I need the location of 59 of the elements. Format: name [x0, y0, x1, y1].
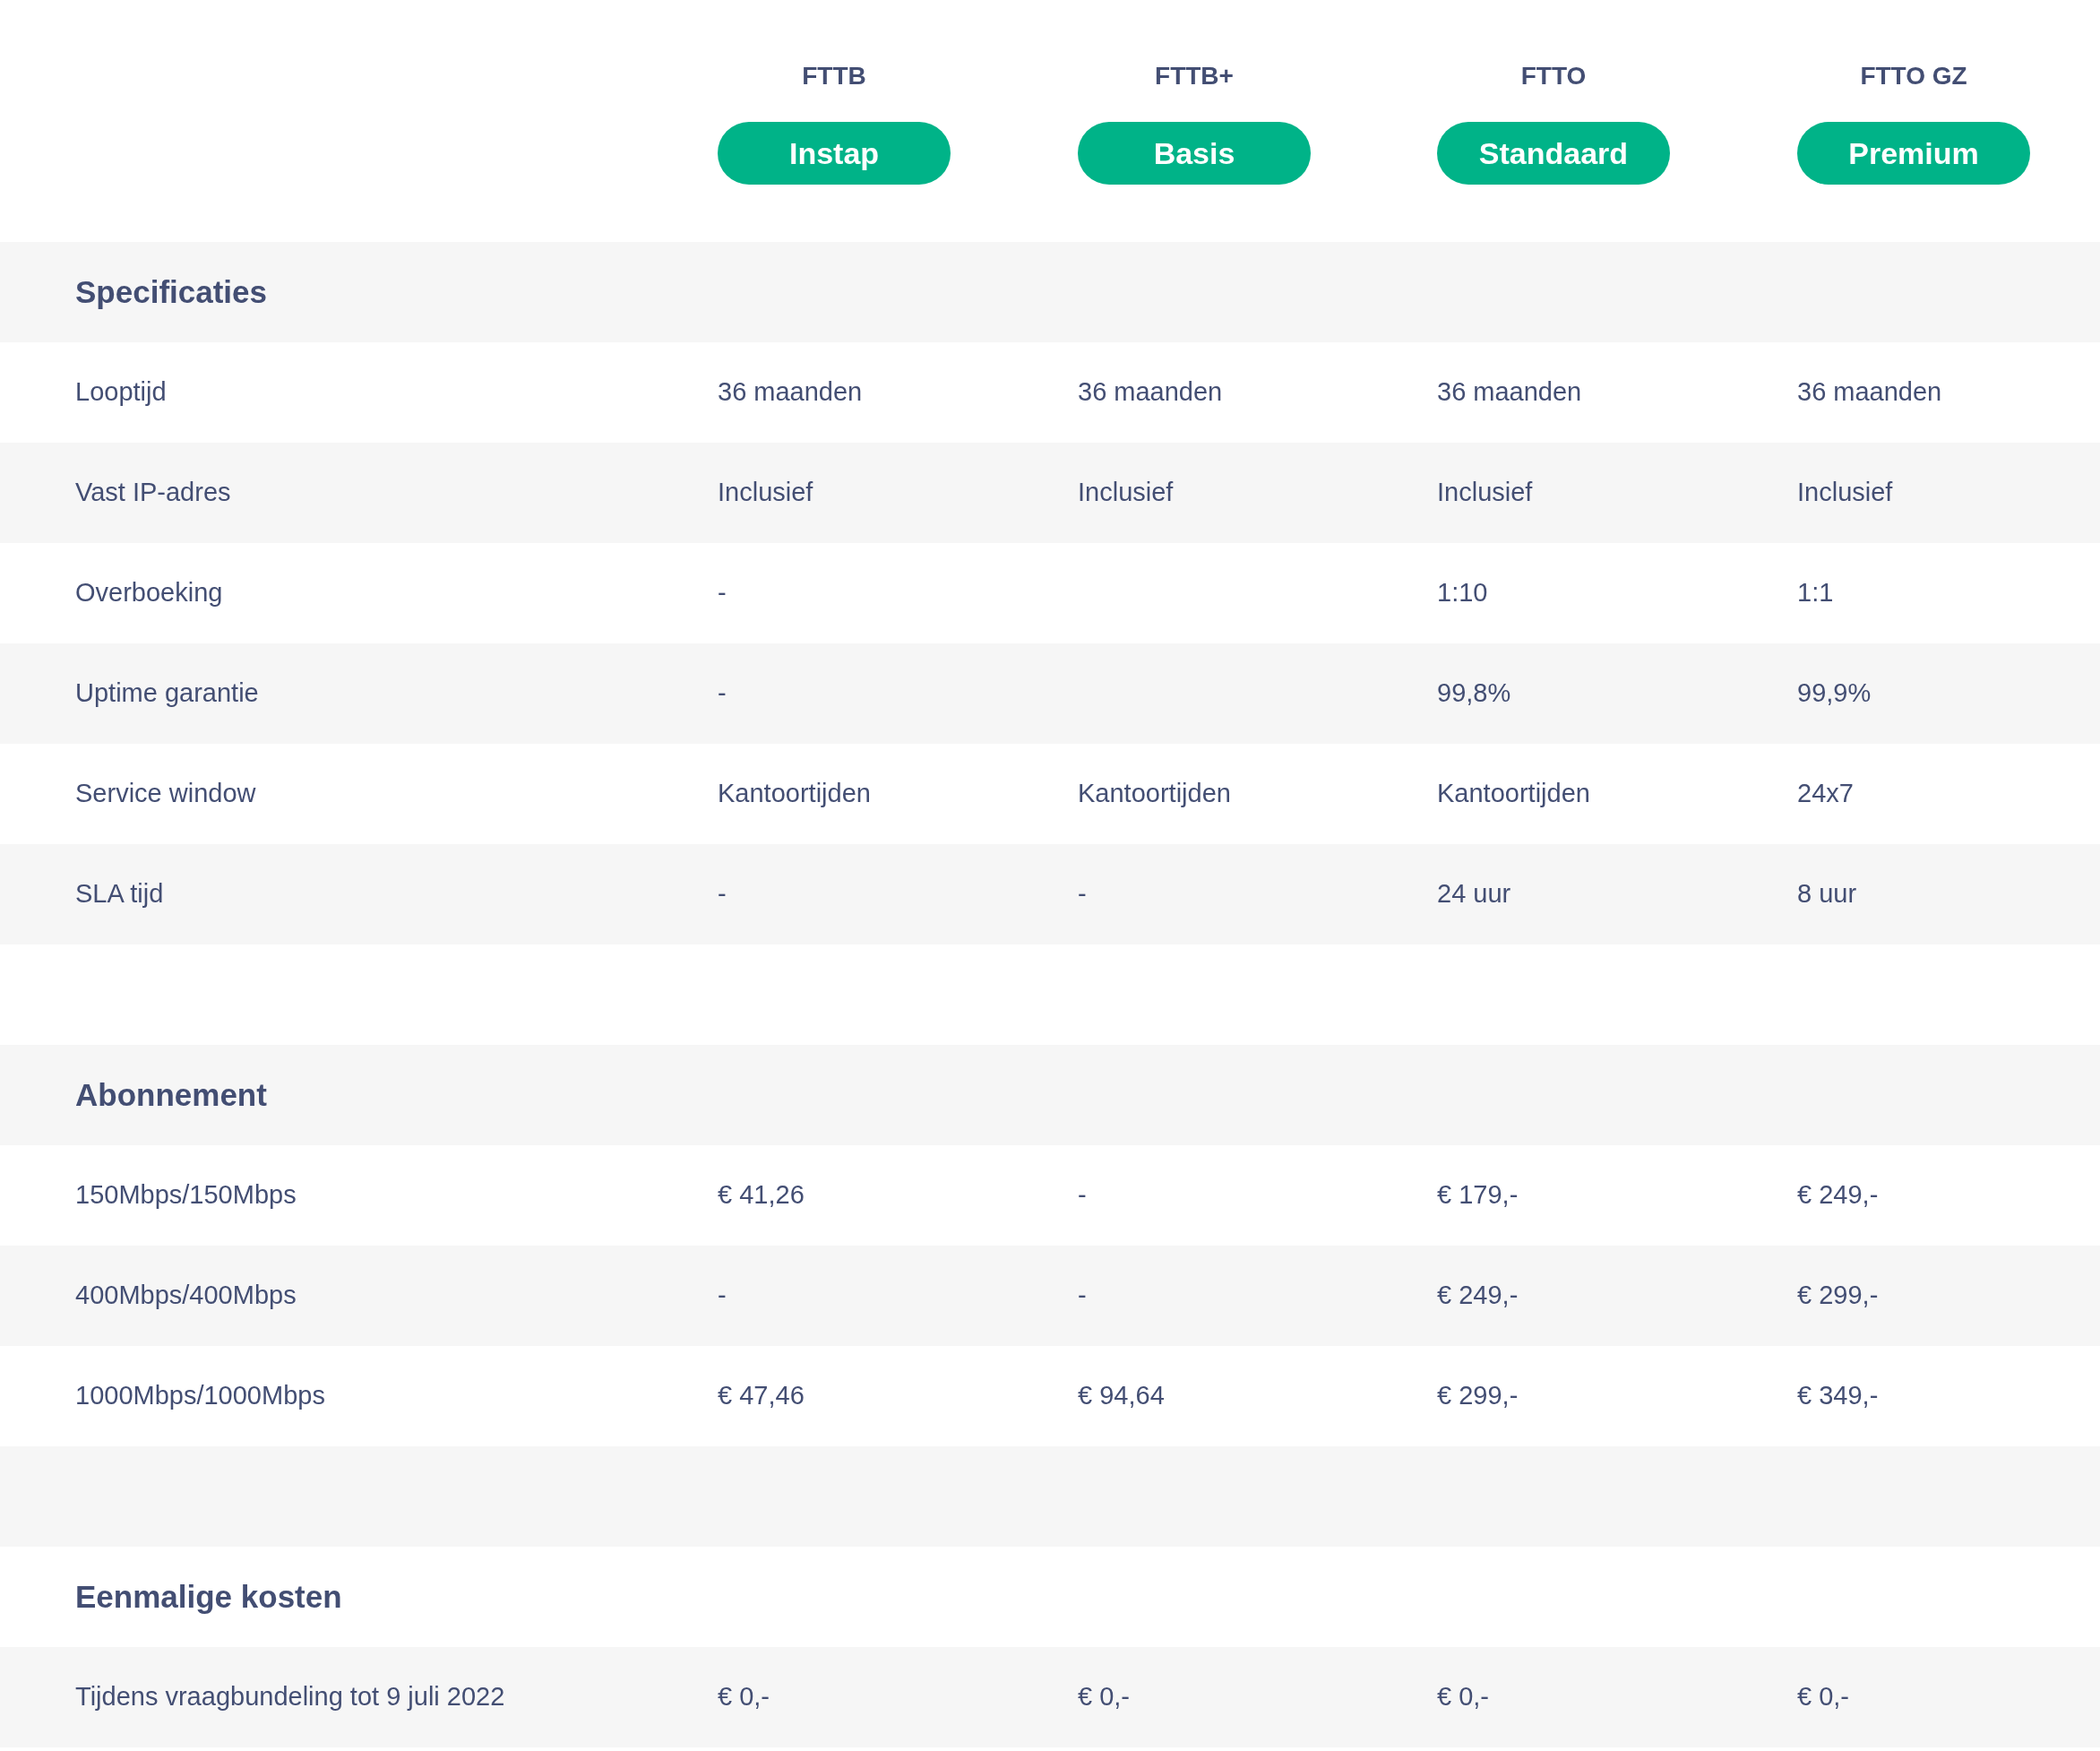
table-cell: 99,9%	[1797, 678, 1872, 708]
table-cell: -	[718, 879, 727, 909]
table-cell: Kantoortijden	[1078, 779, 1231, 808]
table-cell: -	[718, 1281, 727, 1310]
table-cell: -	[718, 578, 727, 608]
table-cell: € 299,-	[1797, 1281, 1879, 1310]
table-cell: 36 maanden	[1797, 377, 1942, 407]
table-cell: € 179,-	[1437, 1180, 1519, 1210]
table-cell: € 0,-	[1437, 1682, 1490, 1712]
table-cell: 36 maanden	[1078, 377, 1223, 407]
table-cell: -	[1078, 1281, 1087, 1310]
plan-badge: Instap	[718, 122, 951, 185]
row-label: Uptime garantie	[74, 677, 260, 710]
row-label: SLA tijd	[74, 878, 165, 910]
table-cell: 36 maanden	[1437, 377, 1582, 407]
table-cell: € 0,-	[718, 1682, 770, 1712]
row-label: Vast IP-adres	[74, 477, 232, 509]
row-label: Overboeking	[74, 577, 224, 609]
table-cell: 36 maanden	[718, 377, 863, 407]
table-cell: € 41,26	[718, 1180, 805, 1210]
table-cell: € 0,-	[1797, 1682, 1850, 1712]
plan-code: FTTO GZ	[1860, 61, 1967, 91]
table-cell: 1:10	[1437, 578, 1488, 608]
table-cell: 24x7	[1797, 779, 1854, 808]
table-cell: 1:1	[1797, 578, 1834, 608]
table-cell: -	[718, 678, 727, 708]
table-cell: Inclusief	[1078, 478, 1174, 507]
table-cell: 99,8%	[1437, 678, 1511, 708]
plan-badge: Standaard	[1437, 122, 1670, 185]
table-cell: € 47,46	[718, 1381, 805, 1410]
table-cell: Kantoortijden	[718, 779, 871, 808]
table-cell: Inclusief	[1797, 478, 1893, 507]
plan-code: FTTB	[802, 61, 866, 91]
table-cell: Kantoortijden	[1437, 779, 1590, 808]
row-label: 150Mbps/150Mbps	[74, 1179, 297, 1212]
table-cell: € 0,-	[1078, 1682, 1131, 1712]
section-title: Abonnement	[74, 1075, 268, 1114]
table-cell: -	[1078, 1180, 1087, 1210]
table-cell: € 299,-	[1437, 1381, 1519, 1410]
table-cell: € 249,-	[1797, 1180, 1879, 1210]
table-cell: -	[1078, 879, 1087, 909]
section-title: Eenmalige kosten	[74, 1577, 343, 1616]
table-cell: 8 uur	[1797, 879, 1857, 909]
table-cell: 24 uur	[1437, 879, 1511, 909]
plan-code: FTTB+	[1155, 61, 1234, 91]
table-cell: Inclusief	[1437, 478, 1533, 507]
row-label: Looptijd	[74, 376, 168, 409]
table-cell: € 349,-	[1797, 1381, 1879, 1410]
row-label: 1000Mbps/1000Mbps	[74, 1380, 326, 1412]
section-title: Specificaties	[74, 272, 268, 311]
row-label: Service window	[74, 778, 257, 810]
row-label: Tijdens vraagbundeling tot 9 juli 2022	[74, 1681, 506, 1713]
table-cell: € 94,64	[1078, 1381, 1165, 1410]
plan-badge: Premium	[1797, 122, 2030, 185]
plan-badge: Basis	[1078, 122, 1311, 185]
plan-code: FTTO	[1520, 61, 1587, 91]
table-cell: Inclusief	[718, 478, 813, 507]
row-label: 400Mbps/400Mbps	[74, 1280, 297, 1312]
table-cell: € 249,-	[1437, 1281, 1519, 1310]
